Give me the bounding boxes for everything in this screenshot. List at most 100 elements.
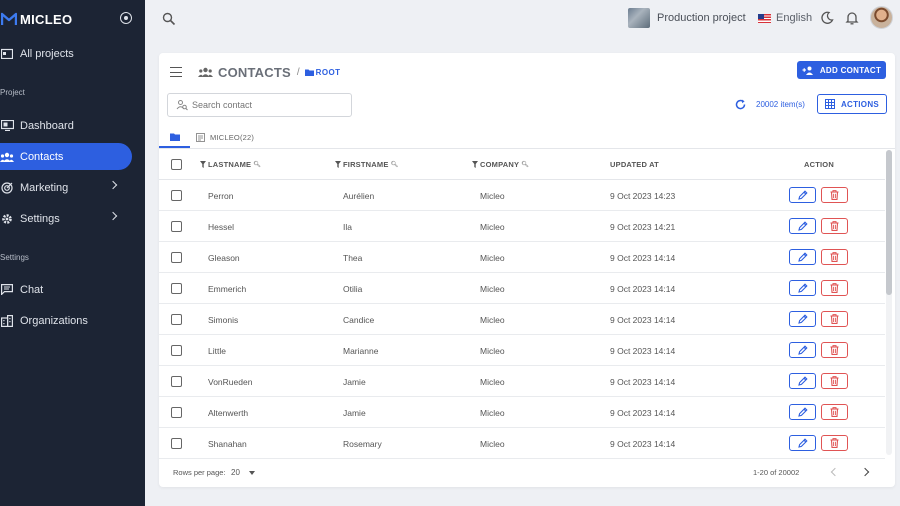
edit-button[interactable] <box>789 280 816 296</box>
tab-micleo[interactable]: MICLEO(22) <box>196 127 254 148</box>
sidebar-item-label: Dashboard <box>20 119 74 132</box>
cell-firstname: Thea <box>343 253 363 263</box>
column-firstname[interactable]: FIRSTNAME 🔍︎ <box>335 160 398 169</box>
project-selector[interactable]: Production project <box>628 8 746 28</box>
breadcrumb-root[interactable]: ROOT <box>316 68 341 77</box>
trash-icon <box>830 438 839 448</box>
delete-button[interactable] <box>821 435 848 451</box>
select-all-checkbox[interactable] <box>171 159 182 170</box>
edit-button[interactable] <box>789 342 816 358</box>
next-page-button[interactable] <box>860 467 870 477</box>
dashboard-icon <box>0 119 14 133</box>
table-scrollbar[interactable] <box>886 150 892 455</box>
bell-icon[interactable] <box>845 11 859 25</box>
search-column-icon[interactable]: 🔍︎ <box>521 161 529 168</box>
delete-button[interactable] <box>821 187 848 203</box>
actions-button[interactable]: ACTIONS <box>817 94 887 114</box>
chevron-right-icon <box>108 211 118 221</box>
previous-page-button[interactable] <box>830 467 840 477</box>
edit-button[interactable] <box>789 404 816 420</box>
table-row[interactable]: Gleason Thea Micleo 9 Oct 2023 14:14 <box>159 242 885 273</box>
table-row[interactable]: Hessel Ila Micleo 9 Oct 2023 14:21 <box>159 211 885 242</box>
search-icon[interactable] <box>162 12 176 26</box>
row-checkbox[interactable] <box>171 314 182 325</box>
project-name: Production project <box>657 12 746 24</box>
filter-icon[interactable] <box>472 161 478 168</box>
brand[interactable]: MICLEO <box>0 9 72 29</box>
edit-button[interactable] <box>789 311 816 327</box>
row-checkbox[interactable] <box>171 407 182 418</box>
cell-company: Micleo <box>480 315 505 325</box>
sidebar-item-chat[interactable]: Chat <box>0 276 132 303</box>
row-checkbox[interactable] <box>171 252 182 263</box>
table-row[interactable]: Perron Aurélien Micleo 9 Oct 2023 14:23 <box>159 180 885 211</box>
edit-button[interactable] <box>789 218 816 234</box>
edit-button[interactable] <box>789 187 816 203</box>
cell-updated-at: 9 Oct 2023 14:14 <box>610 315 676 325</box>
cell-company: Micleo <box>480 346 505 356</box>
table-row[interactable]: Shanahan Rosemary Micleo 9 Oct 2023 14:14 <box>159 428 885 459</box>
sidebar-item-contacts[interactable]: Contacts <box>0 143 132 170</box>
row-checkbox[interactable] <box>171 283 182 294</box>
trash-icon <box>830 345 839 355</box>
row-checkbox[interactable] <box>171 345 182 356</box>
delete-button[interactable] <box>821 311 848 327</box>
search-column-icon[interactable]: 🔍︎ <box>253 161 261 168</box>
tab-folder[interactable] <box>159 127 190 148</box>
delete-button[interactable] <box>821 249 848 265</box>
column-company[interactable]: COMPANY 🔍︎ <box>472 160 529 169</box>
table-row[interactable]: VonRueden Jamie Micleo 9 Oct 2023 14:14 <box>159 366 885 397</box>
rows-per-page-select[interactable]: 20 <box>231 468 240 477</box>
item-count: 20002 item(s) <box>756 100 805 109</box>
sidebar-item-dashboard[interactable]: Dashboard <box>0 112 132 139</box>
language-selector[interactable]: English <box>758 12 812 24</box>
table-row[interactable]: Altenwerth Jamie Micleo 9 Oct 2023 14:14 <box>159 397 885 428</box>
pencil-icon <box>797 283 808 293</box>
refresh-icon[interactable] <box>735 99 746 110</box>
caret-down-icon[interactable] <box>249 471 255 475</box>
filter-icon[interactable] <box>200 161 206 168</box>
row-checkbox[interactable] <box>171 438 182 449</box>
pencil-icon <box>797 438 808 448</box>
pencil-icon <box>797 345 808 355</box>
breadcrumb-separator: / <box>296 66 300 78</box>
edit-button[interactable] <box>789 373 816 389</box>
sidebar-item-marketing[interactable]: Marketing <box>0 174 132 201</box>
folder-icon <box>0 47 14 61</box>
add-contact-button[interactable]: ADD CONTACT <box>797 61 886 79</box>
trash-icon <box>830 314 839 324</box>
hamburger-menu-icon[interactable] <box>170 67 182 77</box>
edit-button[interactable] <box>789 249 816 265</box>
table-row[interactable]: Simonis Candice Micleo 9 Oct 2023 14:14 <box>159 304 885 335</box>
delete-button[interactable] <box>821 280 848 296</box>
table-row[interactable]: Little Marianne Micleo 9 Oct 2023 14:14 <box>159 335 885 366</box>
gear-icon <box>0 212 14 226</box>
edit-button[interactable] <box>789 435 816 451</box>
column-label: FIRSTNAME <box>343 160 389 169</box>
delete-button[interactable] <box>821 404 848 420</box>
sidebar-item-settings[interactable]: Settings <box>0 205 132 232</box>
contacts-icon <box>0 150 14 164</box>
contacts-card: CONTACTS / ROOT ADD CONTACT 20002 item(s… <box>159 53 895 487</box>
column-lastname[interactable]: LASTNAME 🔍︎ <box>200 160 261 169</box>
table-row[interactable]: Emmerich Otilia Micleo 9 Oct 2023 14:14 <box>159 273 885 304</box>
row-checkbox[interactable] <box>171 376 182 387</box>
row-checkbox[interactable] <box>171 221 182 232</box>
sidebar-item-all-projects[interactable]: All projects <box>0 40 132 67</box>
row-checkbox[interactable] <box>171 190 182 201</box>
delete-button[interactable] <box>821 373 848 389</box>
search-contact-input[interactable] <box>192 100 342 110</box>
search-column-icon[interactable]: 🔍︎ <box>391 161 399 168</box>
sidebar-toggle-icon[interactable] <box>120 12 132 24</box>
search-contact-field[interactable] <box>167 93 352 117</box>
pencil-icon <box>797 190 808 200</box>
sidebar-item-organizations[interactable]: Organizations <box>0 307 132 334</box>
column-updated-at[interactable]: UPDATED AT <box>610 160 659 169</box>
delete-button[interactable] <box>821 218 848 234</box>
dark-mode-icon[interactable] <box>820 11 834 25</box>
filter-icon[interactable] <box>335 161 341 168</box>
cell-lastname: Little <box>208 346 226 356</box>
delete-button[interactable] <box>821 342 848 358</box>
avatar[interactable] <box>870 6 893 29</box>
scrollbar-thumb[interactable] <box>886 150 892 295</box>
